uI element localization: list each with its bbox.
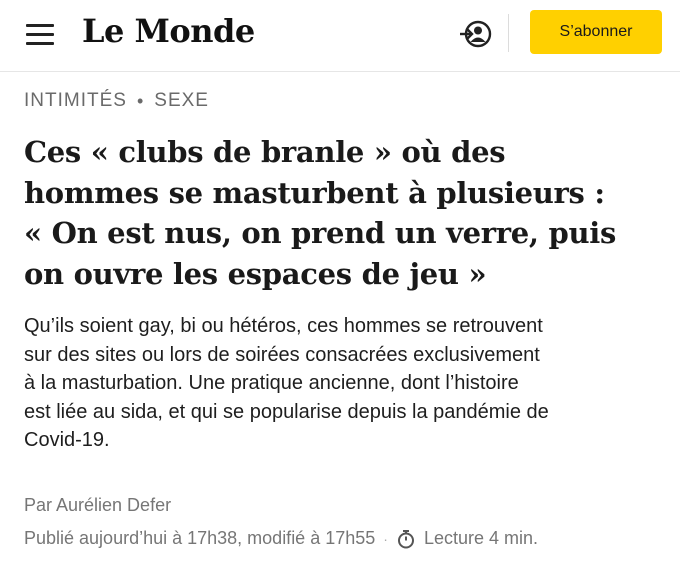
breadcrumb: INTIMITÉS • SEXE xyxy=(24,90,209,112)
subscribe-button[interactable]: S’abonner xyxy=(530,10,662,54)
account-icon[interactable] xyxy=(458,18,494,50)
title-line: on ouvre les espaces de jeu » xyxy=(24,256,487,291)
meta-separator: · xyxy=(383,530,388,547)
article-title: Ces « clubs de branle » où des hommes se… xyxy=(24,132,664,294)
title-line: Ces « clubs de branle » où des xyxy=(24,135,506,169)
breadcrumb-subsection-link[interactable]: SEXE xyxy=(154,90,209,112)
lead-line: Covid-19. xyxy=(24,429,110,451)
article-lead: Qu’ils soient gay, bi ou hétéros, ces ho… xyxy=(24,312,664,455)
author-byline[interactable]: Par Aurélien Defer xyxy=(24,495,171,516)
lead-line: est liée au sida, et qui se popularise d… xyxy=(24,400,549,423)
title-line: « On est nus, on prend un verre, puis xyxy=(24,216,616,250)
stopwatch-icon xyxy=(396,529,416,549)
breadcrumb-section-link[interactable]: INTIMITÉS xyxy=(24,90,127,112)
publication-date: Publié aujourd’hui à 17h38, modifié à 17… xyxy=(24,528,376,548)
site-logo[interactable]: Le Monde xyxy=(82,12,255,50)
lead-line: sur des sites ou lors de soirées consacr… xyxy=(24,343,540,366)
reading-time: Lecture 4 min. xyxy=(423,528,538,548)
lead-line: à la masturbation. Une pratique ancienne… xyxy=(24,372,519,394)
article-meta: Publié aujourd’hui à 17h38, modifié à 17… xyxy=(24,528,538,549)
header-divider xyxy=(508,14,509,52)
menu-icon[interactable] xyxy=(26,24,56,46)
breadcrumb-separator: • xyxy=(136,90,145,111)
site-header: Le Monde S’abonner xyxy=(0,0,680,72)
lead-line: Qu’ils soient gay, bi ou hétéros, ces ho… xyxy=(24,315,543,337)
title-line: hommes se masturbent à plusieurs : xyxy=(24,175,605,210)
